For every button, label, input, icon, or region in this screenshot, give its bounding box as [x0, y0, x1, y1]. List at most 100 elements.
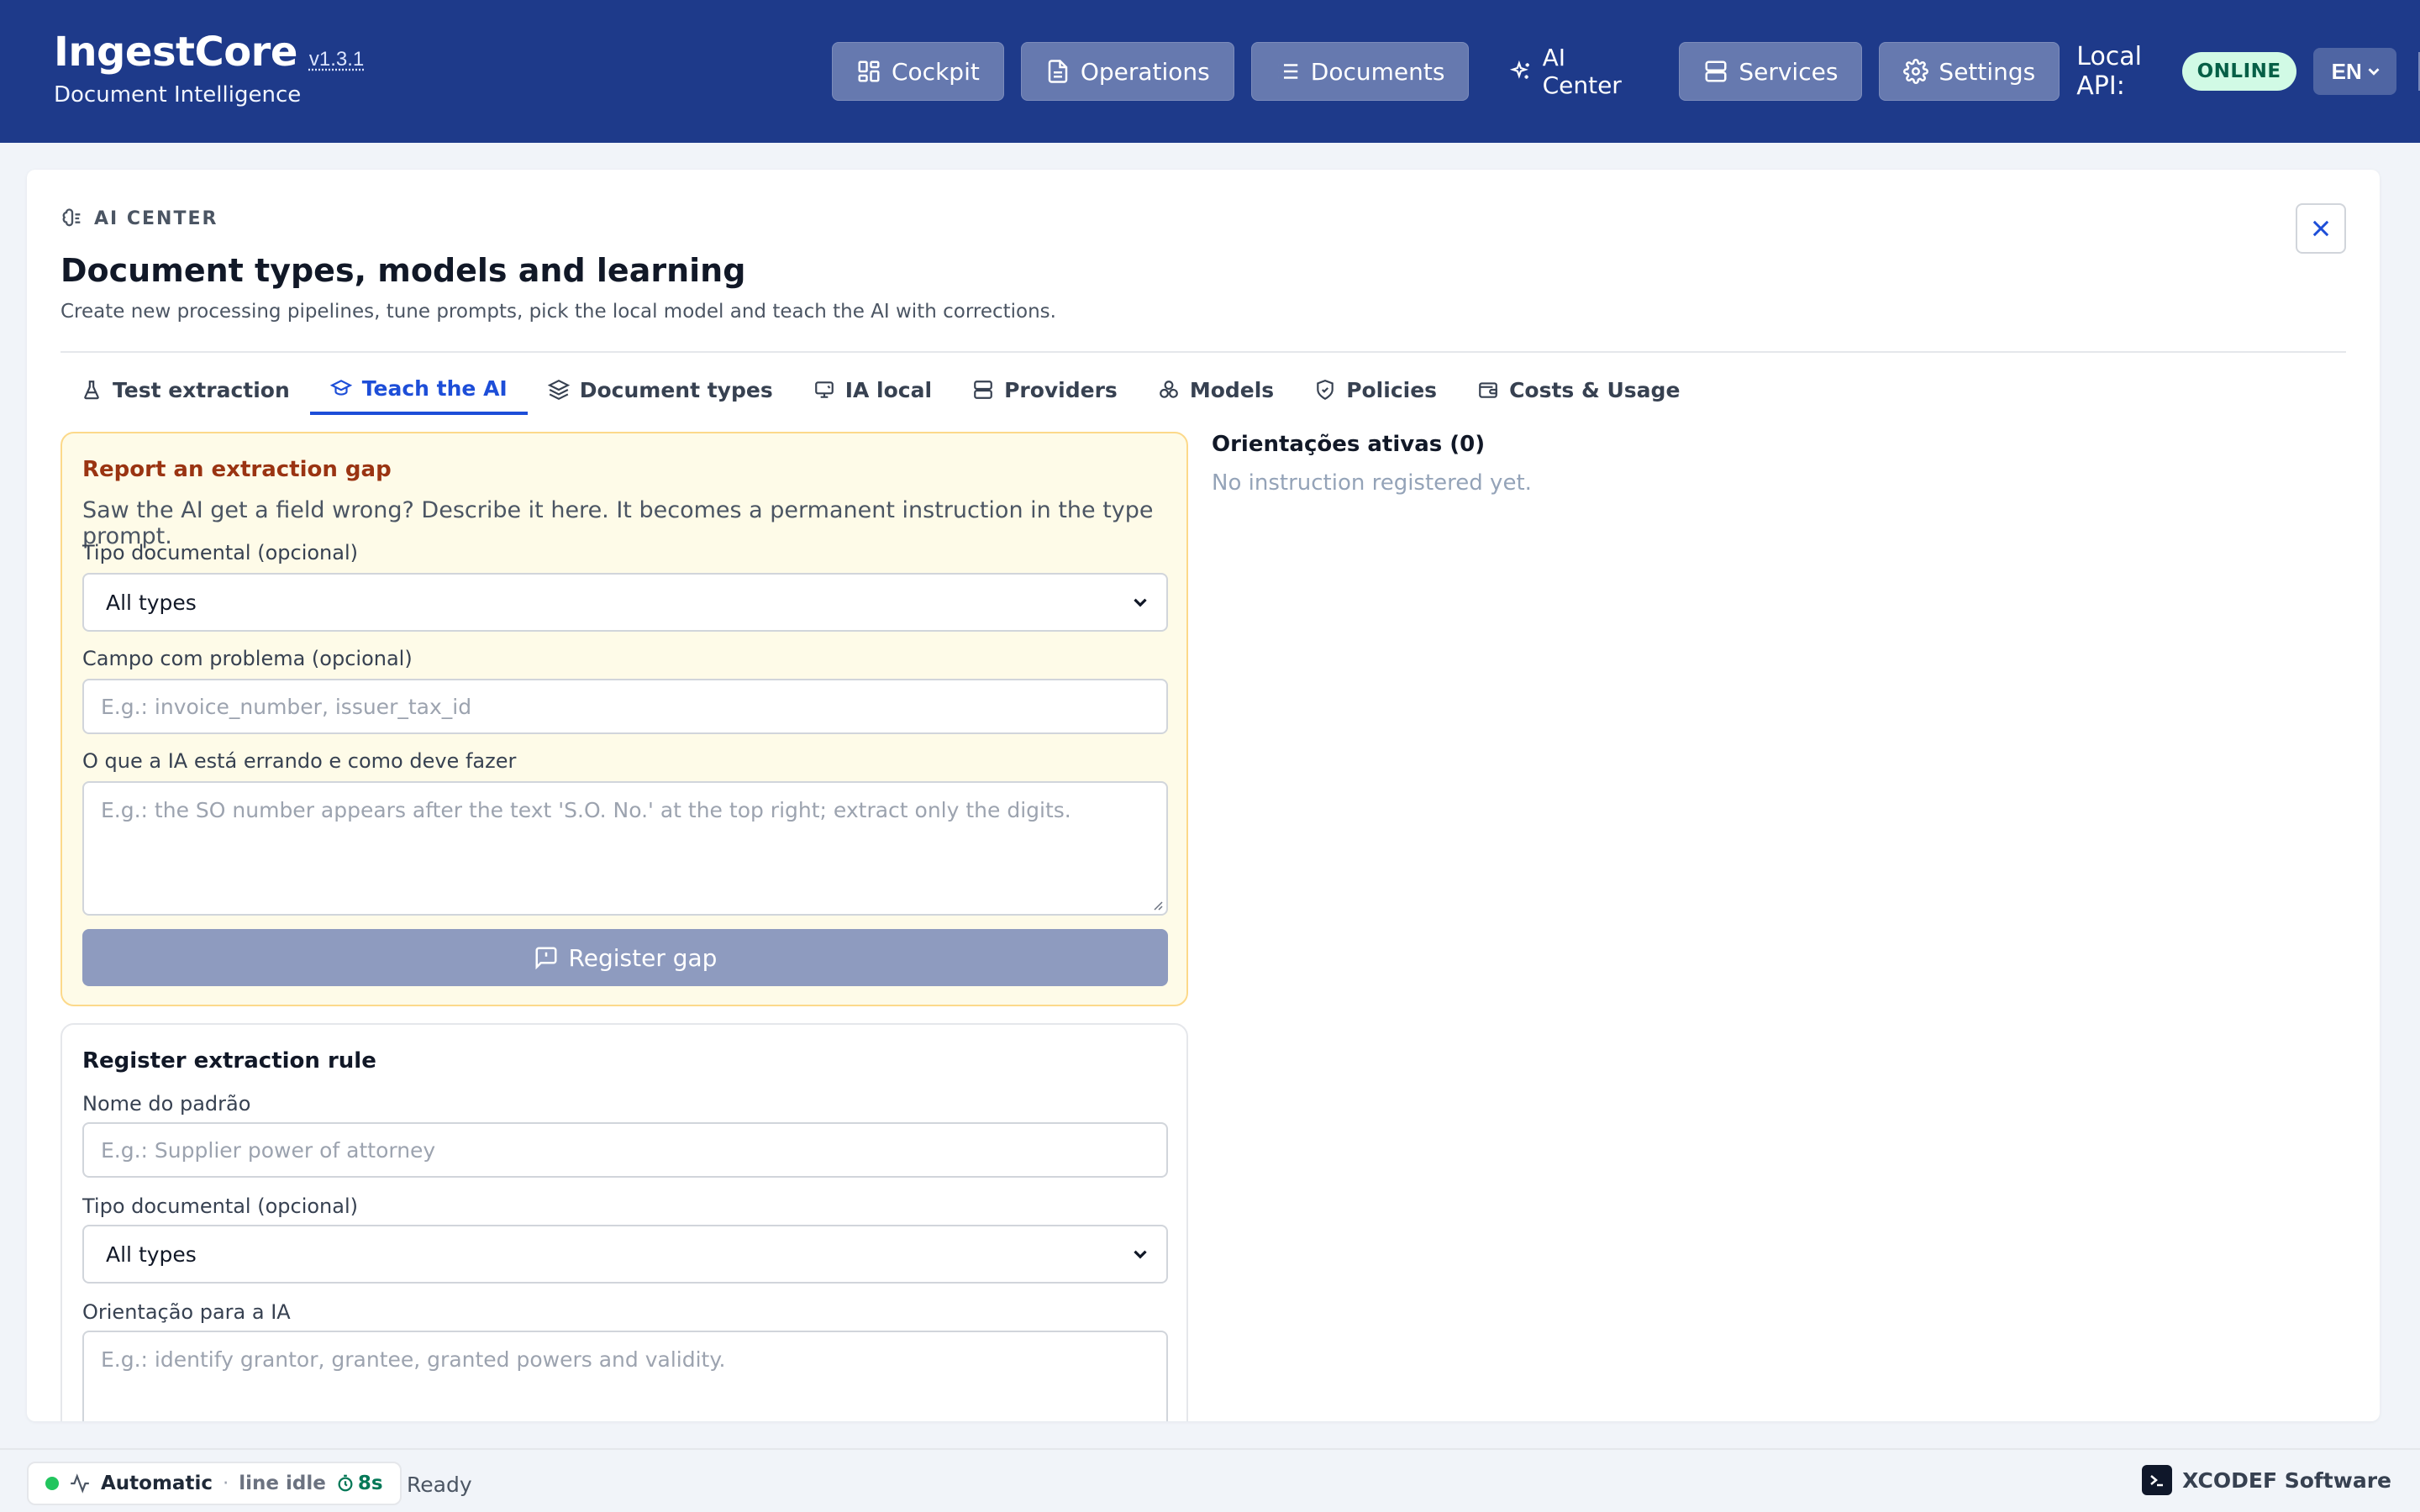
close-icon [2312, 220, 2329, 237]
status-message: Ready [407, 1473, 472, 1497]
nav-settings-label: Settings [1939, 57, 2036, 86]
terminal-logo-icon [2142, 1465, 2173, 1495]
tab-label: Costs & Usage [1509, 377, 1681, 402]
top-bar: IngestCore v1.3.1 Document Intelligence … [0, 0, 2420, 143]
nav-ai-center[interactable]: AI Center [1486, 42, 1662, 101]
nav-documents-label: Documents [1310, 57, 1445, 86]
doc-type-value: All types [106, 590, 197, 615]
doc-type-select[interactable]: All types [82, 573, 1168, 632]
tab-label: Providers [1004, 377, 1118, 402]
line-state: line idle [239, 1473, 326, 1494]
nav-documents[interactable]: Documents [1250, 42, 1470, 101]
tab-label: Teach the AI [361, 375, 508, 401]
tab-costs-usage[interactable]: Costs & Usage [1457, 365, 1700, 415]
eyebrow-label: AI CENTER [94, 207, 218, 229]
language-value: EN [2331, 58, 2362, 84]
issue-placeholder: E.g.: the SO number appears after the te… [101, 798, 1071, 822]
tab-label: Document types [579, 377, 773, 402]
boxes-icon [1159, 381, 1178, 398]
tab-providers[interactable]: Providers [952, 365, 1138, 415]
layers-icon [547, 379, 570, 401]
language-select[interactable]: EN [2312, 48, 2397, 95]
doc-type-label: Tipo documental (opcional) [82, 541, 359, 564]
register-gap-label: Register gap [568, 943, 718, 972]
tab-label: IA local [844, 377, 933, 402]
nav-settings[interactable]: Settings [1879, 42, 2060, 101]
server-icon [1705, 60, 1727, 82]
field-placeholder: E.g.: invoice_number, issuer_tax_id [101, 694, 472, 719]
activity-icon [71, 1473, 89, 1494]
status-separator: · [222, 1473, 229, 1494]
nav-operations-label: Operations [1080, 57, 1210, 86]
wallet-icon [1479, 382, 1497, 398]
tab-models[interactable]: Models [1138, 365, 1294, 415]
page-title: Document types, models and learning [60, 252, 746, 289]
instructions-empty-state: No instruction registered yet. [1212, 470, 1532, 496]
online-badge: ONLINE [2181, 52, 2296, 91]
brand: IngestCore v1.3.1 Document Intelligence [54, 29, 364, 108]
rule-doc-type-label: Tipo documental (opcional) [82, 1194, 359, 1218]
brain-icon [62, 208, 81, 227]
flask-icon [84, 381, 99, 400]
status-bar: Automatic · line idle 8s Ready XCODEF So… [0, 1448, 2420, 1512]
issue-label: O que a IA está errando e como deve faze… [82, 749, 517, 773]
status-dot [45, 1477, 59, 1490]
tab-test-extraction[interactable]: Test extraction [60, 365, 310, 415]
nav-operations[interactable]: Operations [1020, 42, 1234, 101]
nav-services[interactable]: Services [1679, 42, 1863, 101]
gear-icon [1903, 59, 1929, 84]
tab-bar: Test extraction Teach the AI Document ty… [60, 365, 1700, 415]
register-gap-button[interactable]: Register gap [82, 929, 1168, 986]
nav-cockpit-label: Cockpit [892, 57, 980, 86]
timer-value: 8s [357, 1473, 383, 1494]
graduation-cap-icon [329, 380, 352, 396]
tab-label: Policies [1346, 377, 1438, 402]
problem-field-input[interactable]: E.g.: invoice_number, issuer_tax_id [82, 679, 1168, 734]
card-title: Register extraction rule [82, 1048, 376, 1074]
nav-ai-center-label: AI Center [1542, 44, 1622, 99]
resize-handle-icon[interactable] [1151, 899, 1163, 911]
card-title: Report an extraction gap [82, 457, 392, 482]
field-label: Campo com problema (opcional) [82, 647, 413, 670]
monitor-icon [814, 381, 834, 398]
tab-policies[interactable]: Policies [1294, 365, 1457, 415]
tab-document-types[interactable]: Document types [528, 365, 793, 415]
message-square-icon [535, 947, 557, 970]
rule-doc-type-select[interactable]: All types [82, 1225, 1168, 1284]
chevron-down-icon [1134, 598, 1147, 607]
timer-icon [338, 1474, 353, 1492]
page-description: Create new processing pipelines, tune pr… [60, 301, 1056, 323]
pipeline-status-pill[interactable]: Automatic · line idle 8s [27, 1462, 402, 1505]
tab-label: Models [1189, 377, 1275, 402]
app-subtitle: Document Intelligence [54, 82, 302, 108]
file-text-icon [1048, 60, 1068, 83]
nav-cockpit[interactable]: Cockpit [832, 42, 1004, 101]
guidance-textarea[interactable]: E.g.: identify grantor, grantee, granted… [82, 1331, 1168, 1421]
extraction-rule-card: Register extraction rule Nome do padrão … [60, 1023, 1188, 1421]
tab-teach-the-ai[interactable]: Teach the AI [309, 365, 528, 415]
close-button[interactable] [2296, 203, 2346, 254]
api-status: Local API: ONLINE [2076, 42, 2296, 101]
main-nav: Cockpit Operations Documents AI Center S… [832, 42, 2420, 101]
chevron-down-icon [2368, 68, 2380, 76]
pattern-label: Nome do padrão [82, 1092, 251, 1116]
shield-icon [1317, 380, 1334, 401]
sparkles-icon [1510, 60, 1530, 79]
ai-center-panel: AI CENTER Document types, models and lea… [27, 170, 2380, 1421]
tab-label: Test extraction [113, 377, 290, 402]
company-name: XCODEF Software [2182, 1467, 2391, 1493]
company-credit[interactable]: XCODEF Software [2142, 1465, 2391, 1495]
pattern-name-input[interactable]: E.g.: Supplier power of attorney [82, 1122, 1168, 1178]
chevron-down-icon [1134, 1250, 1147, 1259]
header-divider-line [60, 351, 2346, 353]
report-gap-card: Report an extraction gap Saw the AI get … [60, 432, 1188, 1006]
issue-textarea[interactable]: E.g.: the SO number appears after the te… [82, 781, 1168, 916]
nav-services-label: Services [1739, 57, 1839, 86]
rule-doc-type-value: All types [106, 1242, 197, 1267]
active-instructions-title: Orientações ativas (0) [1212, 432, 1486, 457]
section-eyebrow: AI CENTER [60, 207, 218, 230]
guidance-label: Orientação para a IA [82, 1300, 291, 1324]
app-version[interactable]: v1.3.1 [309, 48, 364, 71]
pattern-placeholder: E.g.: Supplier power of attorney [101, 1137, 436, 1163]
tab-ia-local[interactable]: IA local [793, 365, 952, 415]
